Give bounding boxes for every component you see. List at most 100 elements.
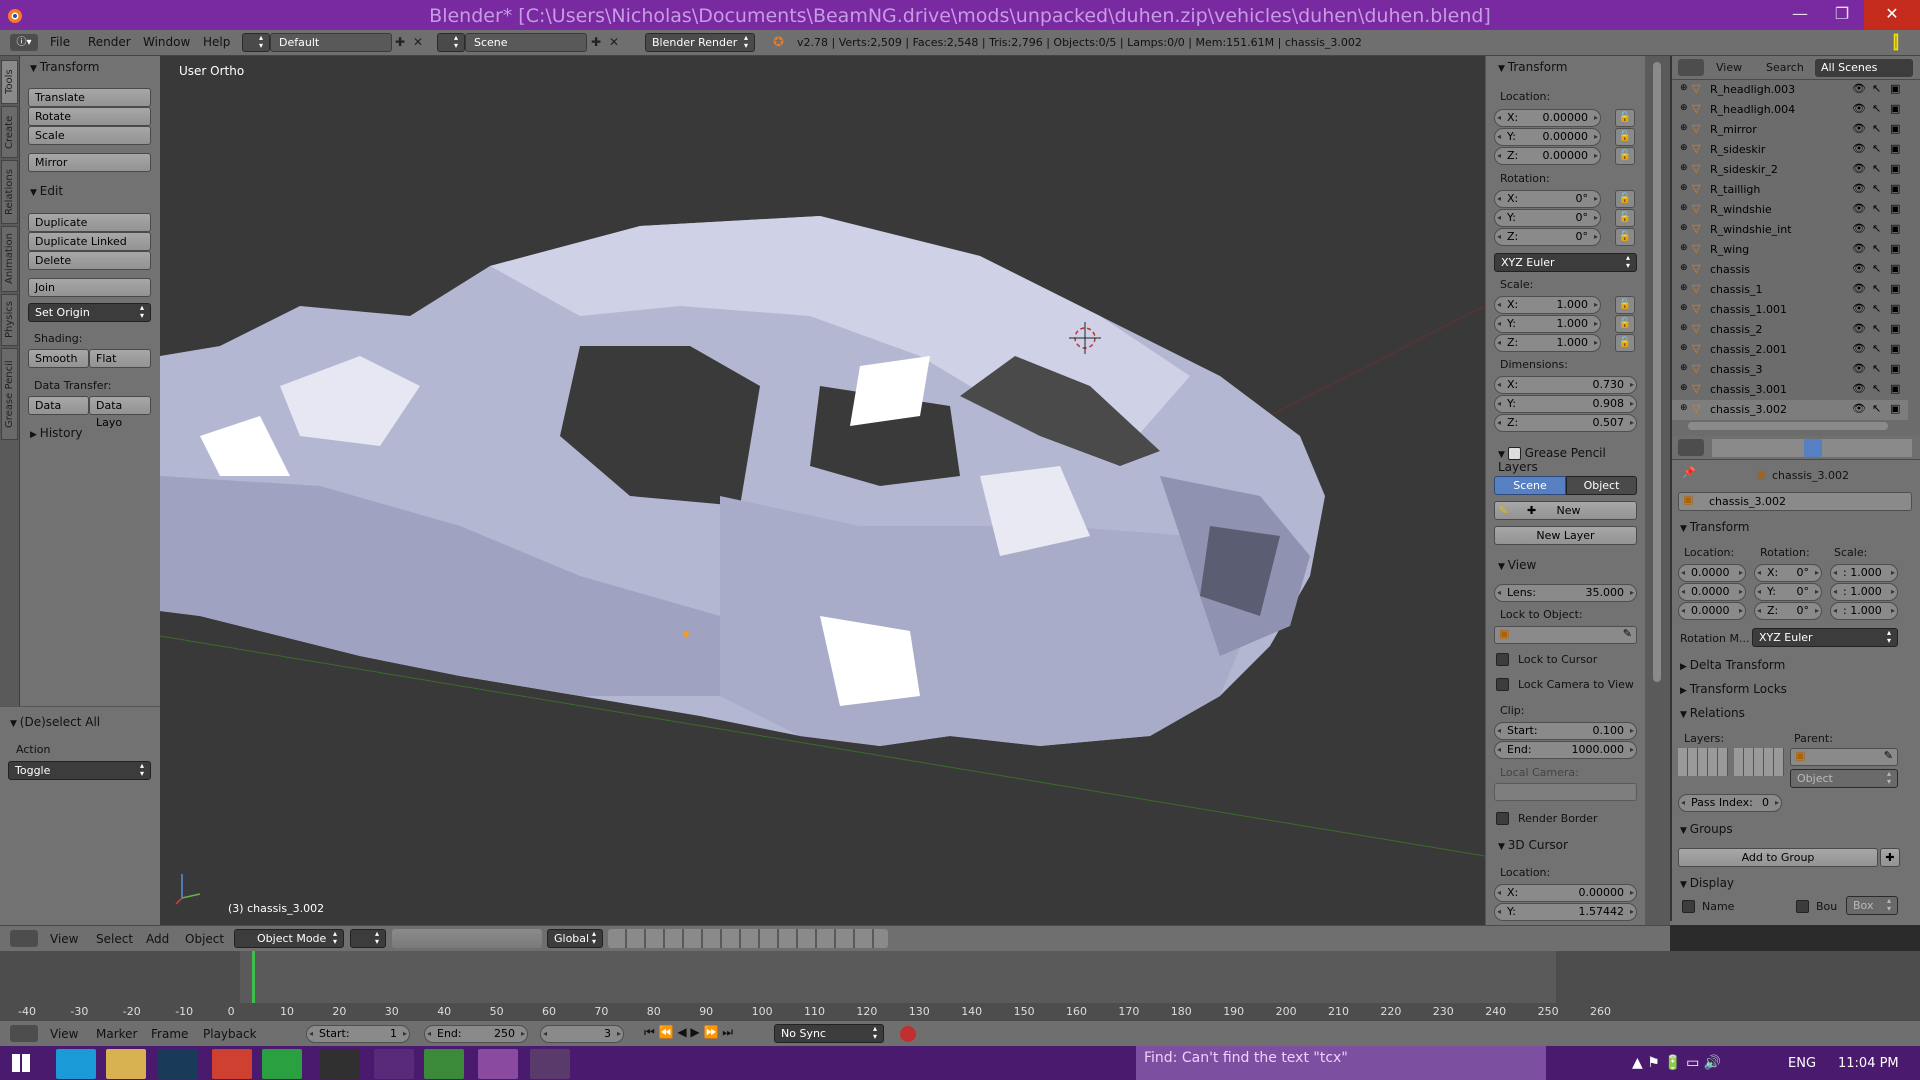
- dimension-z-field[interactable]: Z:0.507: [1494, 414, 1637, 432]
- timeline[interactable]: -40 -30 -20 -10 0 10 20 30 40 50 60 70 80 90 100 110 120…: [0, 951, 1920, 1027]
- props-rot-x[interactable]: X:0°: [1754, 564, 1822, 582]
- rotation-mode-dropdown[interactable]: XYZ Euler: [1494, 253, 1637, 272]
- render-icon[interactable]: ▣: [1890, 362, 1900, 375]
- menu-window[interactable]: Window: [143, 35, 190, 49]
- car-mesh[interactable]: [160, 56, 1485, 925]
- select-arrow-icon[interactable]: ↖: [1872, 182, 1881, 195]
- add-layout-icon[interactable]: ✚: [395, 35, 405, 49]
- render-icon[interactable]: ▣: [1890, 402, 1900, 415]
- render-icon[interactable]: ▣: [1890, 202, 1900, 215]
- 3d-cursor-header[interactable]: 3D Cursor: [1498, 838, 1568, 852]
- dimension-x-field[interactable]: X:0.730: [1494, 376, 1637, 394]
- eye-icon[interactable]: 👁: [1852, 202, 1866, 215]
- select-arrow-icon[interactable]: ↖: [1872, 322, 1881, 335]
- expand-icon[interactable]: ⊕: [1680, 83, 1688, 93]
- properties-editor-icon[interactable]: [1678, 439, 1704, 456]
- eye-icon[interactable]: 👁: [1852, 242, 1866, 255]
- eye-icon[interactable]: 👁: [1852, 282, 1866, 295]
- props-scale-x[interactable]: : 1.000: [1830, 564, 1898, 582]
- clock[interactable]: 11:04 PM: [1838, 1056, 1899, 1071]
- tab-relations[interactable]: Relations: [1, 160, 18, 224]
- outliner-view-menu[interactable]: View: [1716, 61, 1742, 74]
- lock-icon[interactable]: 🔓: [1615, 209, 1635, 227]
- eye-icon[interactable]: 👁: [1852, 302, 1866, 315]
- frame-menu[interactable]: Frame: [151, 1027, 188, 1041]
- grease-scene-tab[interactable]: Scene: [1494, 476, 1566, 495]
- cursor-x-field[interactable]: X:0.00000: [1494, 884, 1637, 902]
- expand-icon[interactable]: ⊕: [1680, 303, 1688, 313]
- select-arrow-icon[interactable]: ↖: [1872, 402, 1881, 415]
- menu-render[interactable]: Render: [88, 35, 131, 49]
- select-arrow-icon[interactable]: ↖: [1872, 382, 1881, 395]
- pin-icon[interactable]: 📌: [1682, 466, 1696, 479]
- smooth-button[interactable]: Smooth: [28, 349, 89, 368]
- remove-scene-icon[interactable]: ✕: [609, 35, 619, 49]
- rotation-y-field[interactable]: Y:0°: [1494, 209, 1601, 227]
- props-rot-z[interactable]: Z:0°: [1754, 602, 1822, 620]
- duplicate-button[interactable]: Duplicate: [28, 213, 151, 232]
- grease-pencil-header[interactable]: Grease Pencil Layers: [1498, 446, 1645, 474]
- outliner-hscrollbar[interactable]: [1688, 422, 1888, 430]
- rotate-button[interactable]: Rotate: [28, 107, 151, 126]
- record-icon[interactable]: [900, 1026, 916, 1042]
- outliner-item[interactable]: ⊕ ▽ chassis_1 👁 ↖ ▣: [1672, 280, 1908, 300]
- panel-edit-header[interactable]: Edit: [30, 184, 63, 198]
- select-menu[interactable]: Select: [96, 932, 133, 946]
- timeline-editor-icon[interactable]: [10, 1025, 38, 1042]
- expand-icon[interactable]: ⊕: [1680, 263, 1688, 273]
- location-x-field[interactable]: X:0.00000: [1494, 109, 1601, 127]
- expand-icon[interactable]: ⊕: [1680, 403, 1688, 413]
- eye-icon[interactable]: 👁: [1852, 262, 1866, 275]
- shading-dropdown[interactable]: [350, 929, 386, 948]
- scene-selector[interactable]: Scene: [465, 33, 587, 52]
- lock-to-cursor-checkbox[interactable]: [1496, 653, 1509, 666]
- expand-icon[interactable]: ⊕: [1680, 103, 1688, 113]
- render-icon[interactable]: ▣: [1890, 242, 1900, 255]
- outliner-item[interactable]: ⊕ ▽ R_headligh.004 👁 ↖ ▣: [1672, 100, 1908, 120]
- layer-grid-left[interactable]: [1678, 748, 1728, 776]
- eye-icon[interactable]: 👁: [1852, 342, 1866, 355]
- lock-icon[interactable]: 🔓: [1615, 296, 1635, 314]
- eye-icon[interactable]: 👁: [1852, 182, 1866, 195]
- scale-x-field[interactable]: X:1.000: [1494, 296, 1601, 314]
- eye-icon[interactable]: 👁: [1852, 102, 1866, 115]
- tab-create[interactable]: Create: [1, 106, 18, 158]
- tray-icons[interactable]: ▲ ⚑ 🔋 ▭ 🔊: [1632, 1055, 1721, 1071]
- remove-layout-icon[interactable]: ✕: [413, 35, 423, 49]
- info-editor-icon[interactable]: ⓘ▾: [10, 34, 38, 51]
- lock-icon[interactable]: 🔓: [1615, 315, 1635, 333]
- menu-file[interactable]: File: [50, 35, 70, 49]
- start-frame-field[interactable]: Start:1: [306, 1025, 410, 1043]
- mirror-button[interactable]: Mirror: [28, 153, 151, 172]
- eye-icon[interactable]: 👁: [1852, 222, 1866, 235]
- outliner-item[interactable]: ⊕ ▽ chassis 👁 ↖ ▣: [1672, 260, 1908, 280]
- steam-icon[interactable]: [158, 1049, 198, 1079]
- close-button[interactable]: ✕: [1864, 0, 1920, 30]
- mode-dropdown[interactable]: Object Mode: [234, 929, 344, 948]
- outliner-item[interactable]: ⊕ ▽ R_sideskir 👁 ↖ ▣: [1672, 140, 1908, 160]
- props-scale-y[interactable]: : 1.000: [1830, 583, 1898, 601]
- scale-z-field[interactable]: Z:1.000: [1494, 334, 1601, 352]
- transform-locks-header[interactable]: Transform Locks: [1680, 682, 1787, 696]
- select-arrow-icon[interactable]: ↖: [1872, 82, 1881, 95]
- relations-header[interactable]: Relations: [1680, 706, 1745, 720]
- notepad-icon[interactable]: [424, 1049, 464, 1079]
- current-frame-marker[interactable]: [252, 951, 255, 1003]
- end-frame-field[interactable]: End:250: [424, 1025, 528, 1043]
- select-arrow-icon[interactable]: ↖: [1872, 122, 1881, 135]
- current-frame-field[interactable]: 3: [540, 1025, 624, 1043]
- lock-icon[interactable]: 🔓: [1615, 228, 1635, 246]
- outliner-item[interactable]: ⊕ ▽ chassis_2.001 👁 ↖ ▣: [1672, 340, 1908, 360]
- render-icon[interactable]: ▣: [1890, 82, 1900, 95]
- panel-transform-header[interactable]: Transform: [30, 60, 100, 74]
- select-arrow-icon[interactable]: ↖: [1872, 362, 1881, 375]
- skype-icon[interactable]: [56, 1049, 96, 1079]
- select-arrow-icon[interactable]: ↖: [1872, 102, 1881, 115]
- language-indicator[interactable]: ENG: [1788, 1056, 1816, 1071]
- clip-end-field[interactable]: End:1000.000: [1494, 741, 1637, 759]
- props-loc-y[interactable]: 0.0000: [1678, 583, 1746, 601]
- lock-camera-checkbox[interactable]: [1496, 678, 1509, 691]
- orientation-dropdown[interactable]: Global: [547, 929, 603, 948]
- rotation-x-field[interactable]: X:0°: [1494, 190, 1601, 208]
- props-rotation-mode-dropdown[interactable]: XYZ Euler: [1752, 628, 1898, 647]
